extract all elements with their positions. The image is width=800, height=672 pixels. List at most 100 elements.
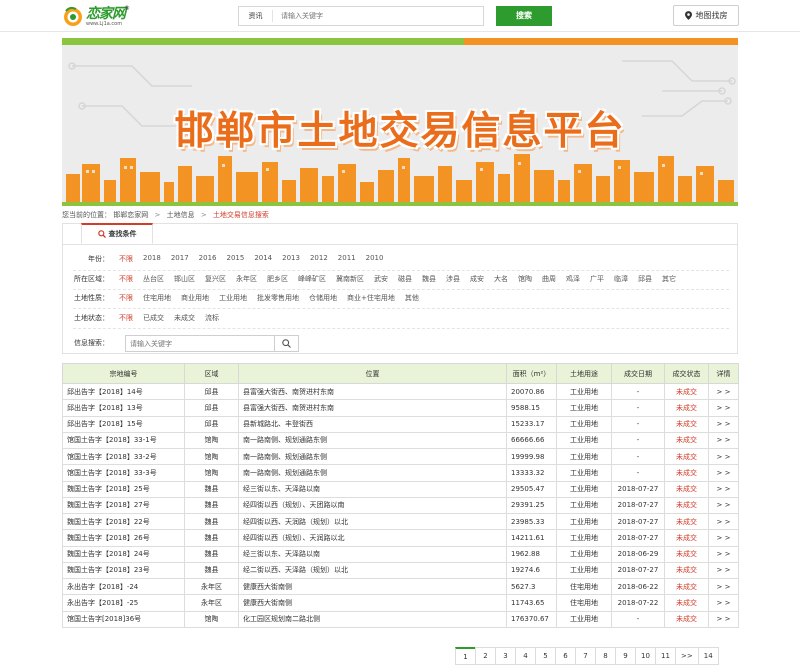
cell-detail-link[interactable]: > > — [708, 415, 739, 433]
cell-region: 魏县 — [184, 529, 239, 547]
filter-option[interactable]: 鸡泽 — [566, 274, 580, 284]
filter-option[interactable]: 工业用地 — [219, 293, 247, 303]
filter-option[interactable]: 2011 — [338, 254, 356, 264]
cell-detail-link[interactable]: > > — [708, 594, 739, 612]
filter-option[interactable]: 2018 — [143, 254, 161, 264]
cell-detail-link[interactable]: > > — [708, 399, 739, 417]
filter-option[interactable]: 2016 — [199, 254, 217, 264]
breadcrumb-home[interactable]: 邯郸恋家网 — [113, 211, 148, 219]
search-button[interactable]: 搜索 — [496, 6, 552, 26]
filter-option[interactable]: 2010 — [366, 254, 384, 264]
filter-option[interactable]: 已成交 — [143, 313, 164, 323]
filter-option[interactable]: 其它 — [662, 274, 676, 284]
cell-detail-link[interactable]: > > — [708, 496, 739, 515]
filter-option[interactable]: 馆陶 — [518, 274, 532, 284]
filter-option[interactable]: 批发零售用地 — [257, 293, 299, 303]
breadcrumb-land-info[interactable]: 土地信息 — [167, 211, 195, 219]
search-input[interactable] — [281, 12, 461, 20]
filter-option[interactable]: 2013 — [282, 254, 300, 264]
site-logo[interactable]: 恋家网 www.Lj1a.com ® — [62, 5, 138, 29]
table-row: 馆国土告字【2018】33-2号 馆陶 南一路南侧、规划通路东侧 19999.98 工业… — [62, 447, 739, 466]
filter-option[interactable]: 磁县 — [398, 274, 412, 284]
cell-status: 未成交 — [664, 480, 709, 498]
filter-option[interactable]: 邯山区 — [174, 274, 195, 284]
page-button[interactable]: 14 — [697, 647, 719, 665]
cell-detail-link[interactable]: > > — [708, 561, 739, 580]
cell-detail-link[interactable]: > > — [708, 447, 739, 466]
filter-option[interactable]: 不限 — [119, 254, 133, 264]
filter-option[interactable]: 2014 — [254, 254, 272, 264]
cell-detail-link[interactable]: > > — [708, 512, 739, 531]
filter-option[interactable]: 复兴区 — [205, 274, 226, 284]
cell-detail-link[interactable]: > > — [708, 431, 739, 450]
filter-option[interactable]: 不限 — [119, 274, 133, 284]
filter-option[interactable]: 魏县 — [422, 274, 436, 284]
filter-option[interactable]: 不限 — [119, 293, 133, 303]
cell-usage: 工业用地 — [556, 480, 612, 498]
cell-status: 未成交 — [664, 512, 709, 531]
table-row: 邱出告字【2018】15号 邱县 县新城路北、丰登街西 15233.17 工业用地 - 未成… — [62, 415, 739, 433]
filter-option[interactable]: 2015 — [226, 254, 244, 264]
filter-option[interactable]: 邱县 — [638, 274, 652, 284]
cell-status: 未成交 — [664, 382, 709, 401]
cell-detail-link[interactable]: > > — [708, 464, 739, 482]
cell-detail-link[interactable]: > > — [708, 480, 739, 498]
cell-deal-date: 2018-07-27 — [611, 561, 665, 580]
filter-option[interactable]: 2012 — [310, 254, 328, 264]
page-button[interactable]: 2 — [475, 647, 496, 665]
filter-option[interactable]: 流标 — [205, 313, 219, 323]
cell-usage: 工业用地 — [556, 415, 612, 433]
filter-option[interactable]: 2017 — [171, 254, 189, 264]
page-button[interactable]: 11 — [655, 647, 676, 665]
cell-usage: 工业用地 — [556, 464, 612, 482]
page-button[interactable]: 4 — [515, 647, 536, 665]
search-category-select[interactable]: 资讯 — [239, 10, 273, 22]
filter-option[interactable]: 临漳 — [614, 274, 628, 284]
filter-row-region: 所在区域： 不限 丛台区 邯山区 复兴区 永年区 肥乡区 峰峰矿区 冀南新区 武安 磁县 魏县 涉县成… — [63, 271, 737, 287]
cell-detail-link[interactable]: > > — [708, 577, 739, 596]
hero-banner: 邯郸市土地交易信息平台 — [62, 38, 738, 206]
map-search-button[interactable]: 地图找房 — [673, 5, 739, 26]
page-button[interactable]: 9 — [615, 647, 636, 665]
filter-option[interactable]: 永年区 — [236, 274, 257, 284]
filter-option[interactable]: 住宅用地 — [143, 293, 171, 303]
cell-detail-link[interactable]: > > — [708, 529, 739, 547]
page-button[interactable]: 1 — [455, 647, 476, 665]
filter-option[interactable]: 肥乡区 — [267, 274, 288, 284]
filter-option[interactable]: 不限 — [119, 313, 133, 323]
filter-option[interactable]: 曲周 — [542, 274, 556, 284]
filter-divider — [73, 328, 729, 329]
table-row: 魏国土告字【2018】27号 魏县 经四街以西（规划）、天团路以南 29391.25 工… — [62, 496, 739, 515]
filter-option[interactable]: 商业用地 — [181, 293, 209, 303]
keyword-search-button[interactable] — [274, 336, 298, 351]
filter-option[interactable]: 未成交 — [174, 313, 195, 323]
page-button[interactable]: 6 — [555, 647, 576, 665]
filter-option[interactable]: 峰峰矿区 — [298, 274, 326, 284]
filter-option[interactable]: 商业+住宅用地 — [347, 293, 395, 303]
filter-option[interactable]: 仓储用地 — [309, 293, 337, 303]
cell-deal-date: - — [611, 415, 665, 433]
next-page-button[interactable]: >> — [675, 647, 699, 665]
page-button[interactable]: 7 — [575, 647, 596, 665]
cell-location: 健康西大街南侧 — [238, 594, 507, 612]
cell-detail-link[interactable]: > > — [708, 382, 739, 401]
cell-detail-link[interactable]: > > — [708, 545, 739, 563]
filter-option[interactable]: 丛台区 — [143, 274, 164, 284]
cell-usage: 住宅用地 — [556, 577, 612, 596]
page-button[interactable]: 10 — [635, 647, 656, 665]
page-button[interactable]: 5 — [535, 647, 556, 665]
filter-option[interactable]: 大名 — [494, 274, 508, 284]
cell-region: 馆陶 — [184, 464, 239, 482]
page-button[interactable]: 8 — [595, 647, 616, 665]
filter-option[interactable]: 其他 — [405, 293, 419, 303]
filter-option[interactable]: 成安 — [470, 274, 484, 284]
cell-detail-link[interactable]: > > — [708, 610, 739, 628]
filter-tab[interactable]: 查找条件 — [81, 223, 153, 244]
filter-option[interactable]: 武安 — [374, 274, 388, 284]
land-results-table: 宗地编号 区域 位置 面积（m²） 土地用途 成交日期 成交状态 详情 邱出告字… — [62, 363, 739, 628]
filter-option[interactable]: 广平 — [590, 274, 604, 284]
keyword-input[interactable] — [130, 339, 270, 348]
page-button[interactable]: 3 — [495, 647, 516, 665]
filter-option[interactable]: 涉县 — [446, 274, 460, 284]
filter-option[interactable]: 冀南新区 — [336, 274, 364, 284]
